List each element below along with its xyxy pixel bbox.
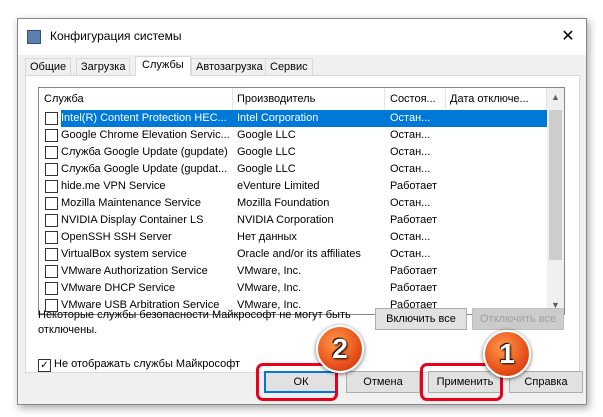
cancel-button[interactable]: Отмена: [346, 371, 420, 393]
service-checkbox[interactable]: [45, 282, 58, 295]
service-status: Остан...: [390, 248, 431, 260]
help-button[interactable]: Справка: [509, 371, 583, 393]
service-status: Работает: [390, 282, 438, 294]
enable-all-button[interactable]: Включить все: [375, 308, 467, 330]
service-name: Google Chrome Elevation Servic...: [61, 129, 229, 141]
service-status: Остан...: [390, 112, 431, 124]
service-status: Остан...: [390, 129, 431, 141]
service-name: VMware Authorization Service: [61, 265, 208, 277]
service-checkbox[interactable]: [45, 112, 58, 125]
service-vendor: VMware, Inc.: [237, 265, 302, 277]
service-checkbox[interactable]: [45, 129, 58, 142]
scroll-thumb[interactable]: [549, 110, 562, 260]
service-name: Служба Google Update (gupdate): [61, 146, 228, 158]
table-row[interactable]: VMware Authorization Service VMware, Inc.…: [39, 263, 547, 280]
service-checkbox[interactable]: [45, 265, 58, 278]
msconfig-icon: [27, 30, 41, 44]
col-status[interactable]: Состоя...: [385, 88, 446, 110]
title-bar: Конфигурация системы ✕: [18, 19, 586, 55]
services-panel: Служба Производитель Состоя... Дата откл…: [25, 75, 580, 373]
service-name: Служба Google Update (gupdat...: [61, 163, 228, 175]
service-vendor: Google LLC: [237, 129, 296, 141]
table-row[interactable]: VirtualBox system service Oracle and/or i…: [39, 246, 547, 263]
col-service[interactable]: Служба: [39, 88, 233, 110]
col-disabled-date[interactable]: Дата отключе...: [445, 88, 547, 110]
step-2-badge: 2: [316, 325, 364, 373]
service-name: NVIDIA Display Container LS: [61, 214, 204, 226]
service-status: Остан...: [390, 163, 431, 175]
tab-services[interactable]: Службы: [135, 56, 191, 76]
checkmark-icon: ✓: [38, 359, 51, 372]
service-status: Работает: [390, 265, 438, 277]
service-vendor: VMware, Inc.: [237, 282, 302, 294]
service-vendor: Mozilla Foundation: [237, 197, 330, 209]
list-header: Служба Производитель Состоя... Дата откл…: [39, 88, 547, 110]
service-checkbox[interactable]: [45, 248, 58, 261]
service-status: Работает: [390, 214, 438, 226]
table-row[interactable]: OpenSSH SSH Server Нет данных Остан...: [39, 229, 547, 246]
window-title: Конфигурация системы: [50, 29, 182, 43]
service-vendor: NVIDIA Corporation: [237, 214, 334, 226]
service-status: Остан...: [390, 231, 431, 243]
table-row[interactable]: hide.me VPN Service eVenture Limited Работ…: [39, 178, 547, 195]
service-name: hide.me VPN Service: [61, 180, 166, 192]
service-vendor: eVenture Limited: [237, 180, 320, 192]
service-name: OpenSSH SSH Server: [61, 231, 172, 243]
table-row[interactable]: Intel(R) Content Protection HEC... Intel …: [39, 110, 547, 127]
tab-general[interactable]: Общие: [25, 58, 72, 75]
service-vendor: Oracle and/or its affiliates: [237, 248, 361, 260]
tab-startup[interactable]: Автозагрузка: [191, 58, 268, 75]
step-1-badge: 1: [483, 330, 531, 378]
tab-boot[interactable]: Загрузка: [76, 58, 131, 75]
vertical-scrollbar[interactable]: ▲ ▼: [547, 88, 564, 314]
table-row[interactable]: VMware DHCP Service VMware, Inc. Работает: [39, 280, 547, 297]
table-row[interactable]: Mozilla Maintenance Service Mozilla Found…: [39, 195, 547, 212]
service-name: Mozilla Maintenance Service: [61, 197, 202, 209]
col-vendor[interactable]: Производитель: [232, 88, 385, 110]
service-checkbox[interactable]: [45, 146, 58, 159]
service-checkbox[interactable]: [45, 163, 58, 176]
service-status: Остан...: [390, 197, 431, 209]
service-status: Работает: [390, 180, 438, 192]
service-checkbox[interactable]: [45, 214, 58, 227]
services-list[interactable]: Служба Производитель Состоя... Дата откл…: [38, 87, 565, 315]
table-row[interactable]: NVIDIA Display Container LS NVIDIA Corpor…: [39, 212, 547, 229]
service-name: VirtualBox system service: [61, 248, 187, 260]
service-vendor: Google LLC: [237, 146, 296, 158]
disable-all-button[interactable]: Отключить все: [472, 308, 564, 330]
service-checkbox[interactable]: [45, 197, 58, 210]
table-row[interactable]: Служба Google Update (gupdat... Google LL…: [39, 161, 547, 178]
service-vendor: Google LLC: [237, 163, 296, 175]
ms-services-note: Некоторые службы безопасности Майкрософт…: [38, 309, 351, 336]
table-row[interactable]: Google Chrome Elevation Servic... Google …: [39, 127, 547, 144]
tab-tools[interactable]: Сервис: [265, 58, 313, 75]
service-vendor: Intel Corporation: [237, 112, 319, 124]
close-icon[interactable]: ✕: [556, 25, 580, 49]
service-status: Остан...: [390, 146, 431, 158]
service-name: Intel(R) Content Protection HEC...: [61, 112, 227, 124]
service-checkbox[interactable]: [45, 180, 58, 193]
service-checkbox[interactable]: [45, 231, 58, 244]
service-vendor: Нет данных: [237, 231, 297, 243]
scroll-up-icon[interactable]: ▲: [547, 92, 564, 102]
table-row[interactable]: Служба Google Update (gupdate) Google LLC…: [39, 144, 547, 161]
service-name: VMware DHCP Service: [61, 282, 176, 294]
